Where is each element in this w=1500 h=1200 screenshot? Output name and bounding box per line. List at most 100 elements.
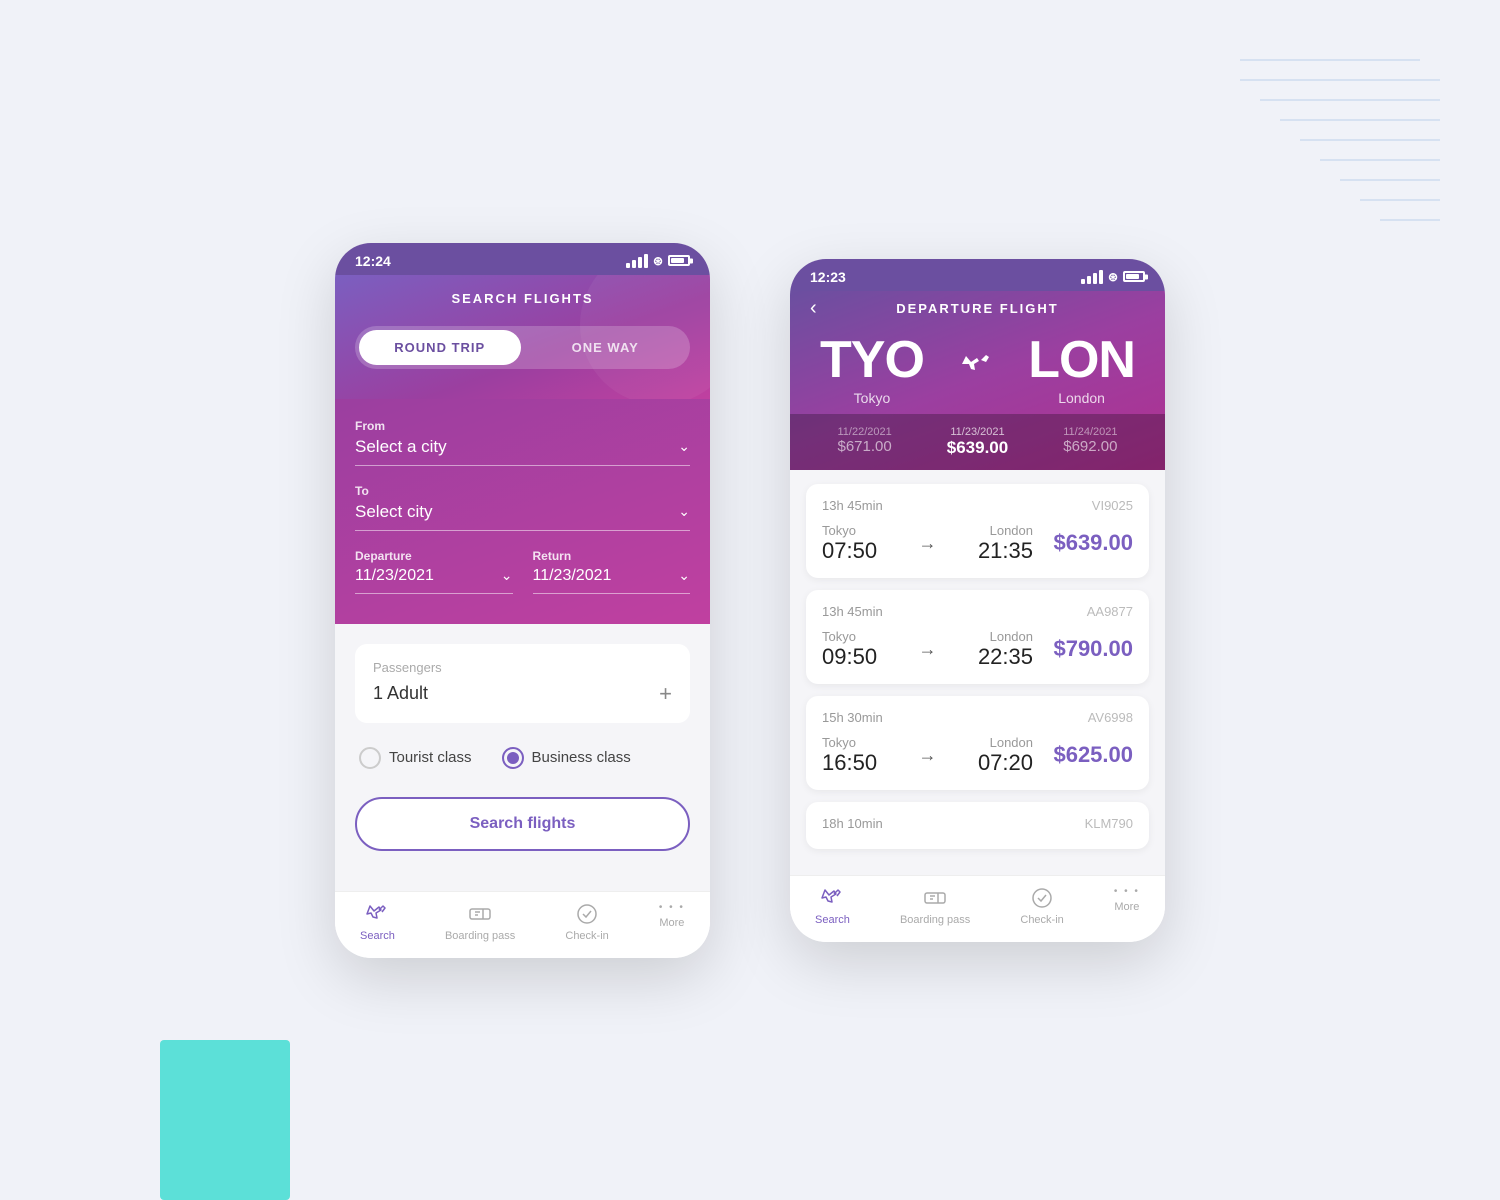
boarding-pass-icon-right [923, 886, 947, 910]
nav-search-left[interactable]: Search [360, 902, 395, 942]
one-way-button[interactable]: ONE WAY [525, 330, 687, 365]
business-radio-fill [507, 752, 519, 764]
flight-arrow-icon [958, 350, 994, 385]
price-current: $639.00 [947, 438, 1008, 458]
wifi-icon-right: ⊛ [1108, 270, 1118, 284]
back-button[interactable]: ‹ [810, 297, 817, 320]
nav-boarding-label-right: Boarding pass [900, 914, 970, 926]
flight-card-top-1: 13h 45min AA9877 [822, 604, 1133, 619]
origin-airport: TYO Tokyo [820, 330, 924, 406]
origin-code: TYO [820, 330, 924, 390]
to-time-2: 07:20 [953, 750, 1033, 776]
business-radio[interactable] [502, 747, 524, 769]
flight-card-1[interactable]: 13h 45min AA9877 Tokyo 09:50 → London 22… [806, 590, 1149, 684]
date-price-current[interactable]: 11/23/2021 $639.00 [947, 426, 1008, 458]
price-next: $692.00 [1063, 438, 1117, 455]
class-selection: Tourist class Business class [355, 747, 690, 769]
flight-to-1: London 22:35 [953, 629, 1033, 670]
flight-code-0: VI9025 [1092, 498, 1133, 513]
date-price-prev[interactable]: 11/22/2021 $671.00 [838, 426, 892, 458]
nav-more-right[interactable]: • • • More [1114, 886, 1140, 926]
to-group: To Select city ⌄ [355, 484, 690, 531]
date-next: 11/24/2021 [1063, 426, 1117, 438]
bottom-nav-right: Search Boarding pass Check-in • • • More [790, 875, 1165, 942]
from-city-1: Tokyo [822, 629, 902, 644]
nav-checkin-right[interactable]: Check-in [1020, 886, 1063, 926]
bg-decoration-teal [160, 1040, 290, 1200]
from-city-2: Tokyo [822, 735, 902, 750]
flight-from-2: Tokyo 16:50 [822, 735, 902, 776]
passengers-value: 1 Adult [373, 683, 428, 704]
flight-price-0: $639.00 [1033, 530, 1133, 556]
departure-label: Departure [355, 549, 513, 563]
status-bar-left: 12:24 ⊛ [335, 243, 710, 275]
flight-card-bottom-1: Tokyo 09:50 → London 22:35 $790.00 [822, 629, 1133, 670]
search-plane-icon-right [820, 886, 844, 910]
boarding-pass-icon [468, 902, 492, 926]
flight-form: From Select a city ⌄ To Select city ⌄ De… [335, 399, 710, 624]
nav-more-left[interactable]: • • • More [659, 902, 685, 942]
white-section: Passengers 1 Adult + Tourist class Busin… [335, 624, 710, 891]
arrow-0: → [902, 533, 953, 554]
flight-card-2[interactable]: 15h 30min AV6998 Tokyo 16:50 → London 07… [806, 696, 1149, 790]
date-price-selector: 11/22/2021 $671.00 11/23/2021 $639.00 11… [790, 414, 1165, 470]
departure-group: Departure 11/23/2021 ⌄ [355, 549, 513, 594]
bg-decoration-lines [1240, 40, 1440, 240]
business-label: Business class [532, 749, 631, 766]
dest-name: London [1028, 390, 1135, 406]
from-city-0: Tokyo [822, 523, 902, 538]
bottom-nav-left: Search Boarding pass Check-in • • • More [335, 891, 710, 958]
to-city-0: London [953, 523, 1033, 538]
more-dots-icon-right: • • • [1114, 886, 1140, 897]
flight-card-top-3: 18h 10min KLM790 [822, 816, 1133, 831]
nav-boarding-left[interactable]: Boarding pass [445, 902, 515, 942]
page-title-left: SEARCH FLIGHTS [355, 291, 690, 306]
nav-checkin-label-left: Check-in [565, 930, 608, 942]
flight-from-1: Tokyo 09:50 [822, 629, 902, 670]
flight-card-top-2: 15h 30min AV6998 [822, 710, 1133, 725]
to-label: To [355, 484, 690, 498]
to-chevron: ⌄ [678, 503, 690, 520]
date-price-next[interactable]: 11/24/2021 $692.00 [1063, 426, 1117, 458]
time-right: 12:23 [810, 269, 846, 285]
departure-select[interactable]: 11/23/2021 ⌄ [355, 567, 513, 594]
flight-duration-3: 18h 10min [822, 816, 883, 831]
tourist-radio[interactable] [359, 747, 381, 769]
round-trip-button[interactable]: ROUND TRIP [359, 330, 521, 365]
departure-header: ‹ DEPARTURE FLIGHT TYO Tokyo LON London … [790, 291, 1165, 470]
flight-card-0[interactable]: 13h 45min VI9025 Tokyo 07:50 → London 21… [806, 484, 1149, 578]
date-row: Departure 11/23/2021 ⌄ Return 11/23/2021… [355, 549, 690, 594]
battery-icon-right [1123, 271, 1145, 282]
to-value: Select city [355, 502, 432, 522]
to-select[interactable]: Select city ⌄ [355, 502, 690, 531]
flight-card-top-0: 13h 45min VI9025 [822, 498, 1133, 513]
passengers-label: Passengers [373, 660, 672, 675]
from-select[interactable]: Select a city ⌄ [355, 437, 690, 466]
date-prev: 11/22/2021 [838, 426, 892, 438]
from-time-0: 07:50 [822, 538, 902, 564]
nav-checkin-left[interactable]: Check-in [565, 902, 608, 942]
status-icons-right: ⊛ [1081, 270, 1145, 284]
flight-card-3[interactable]: 18h 10min KLM790 [806, 802, 1149, 849]
flight-code-1: AA9877 [1087, 604, 1133, 619]
return-value: 11/23/2021 [533, 567, 612, 585]
battery-icon [668, 255, 690, 266]
flights-list: 13h 45min VI9025 Tokyo 07:50 → London 21… [790, 470, 1165, 875]
departure-flight-phone: 12:23 ⊛ ‹ DEPARTURE FLIGHT TYO Tokyo [790, 259, 1165, 942]
nav-checkin-label-right: Check-in [1020, 914, 1063, 926]
from-time-2: 16:50 [822, 750, 902, 776]
wifi-icon: ⊛ [653, 254, 663, 268]
to-city-2: London [953, 735, 1033, 750]
business-class-option[interactable]: Business class [502, 747, 631, 769]
search-flights-button[interactable]: Search flights [355, 797, 690, 851]
to-city-1: London [953, 629, 1033, 644]
tourist-class-option[interactable]: Tourist class [359, 747, 472, 769]
nav-search-label-right: Search [815, 914, 850, 926]
nav-search-right[interactable]: Search [815, 886, 850, 926]
return-select[interactable]: 11/23/2021 ⌄ [533, 567, 691, 594]
add-passenger-button[interactable]: + [659, 681, 672, 707]
nav-boarding-label-left: Boarding pass [445, 930, 515, 942]
time-left: 12:24 [355, 253, 391, 269]
nav-boarding-right[interactable]: Boarding pass [900, 886, 970, 926]
flight-code-3: KLM790 [1085, 816, 1133, 831]
